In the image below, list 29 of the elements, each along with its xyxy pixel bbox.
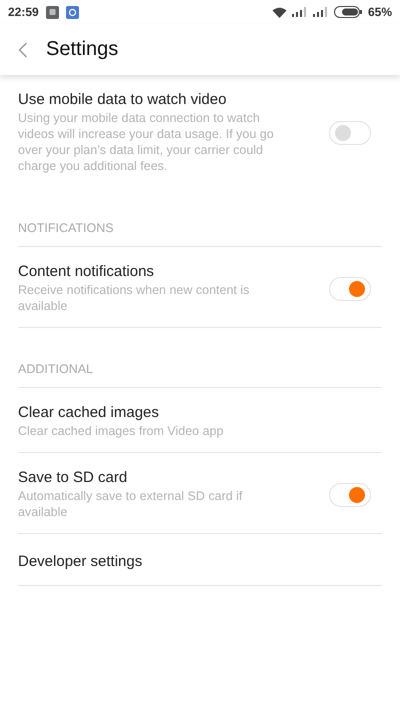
setting-description: Automatically save to external SD card if available	[18, 488, 244, 520]
back-icon[interactable]	[18, 42, 28, 58]
section-heading: ADDITIONAL	[18, 328, 382, 388]
notification-icon	[46, 6, 59, 18]
setting-title: Use mobile data to watch video	[18, 91, 228, 108]
settings-item[interactable]: Developer settings	[18, 534, 382, 586]
signal-icon	[312, 7, 329, 17]
setting-description: Receive notifications when new content is available	[18, 282, 250, 314]
setting-description: Using your mobile data connection to watch videos will increase your data usage. If you go over your plan’s data limit, your carrier could charge you additional fees.	[18, 110, 275, 174]
status-time: 22:59	[8, 5, 39, 19]
notification-icon	[66, 6, 79, 18]
setting-description: Clear cached images from Video app	[18, 423, 224, 439]
section-heading: NOTIFICATIONS	[18, 187, 382, 247]
page-title: Settings	[46, 38, 118, 61]
toggle-switch[interactable]	[329, 482, 371, 506]
battery-icon	[334, 6, 362, 18]
settings-item[interactable]: Save to SD card Automatically save to external SD card if available	[18, 453, 382, 534]
setting-title: Content notifications	[18, 263, 155, 280]
setting-title: Developer settings	[18, 552, 144, 570]
toggle-switch[interactable]	[329, 276, 371, 300]
wifi-icon	[272, 6, 287, 18]
settings-item[interactable]: Use mobile data to watch video Using your mobile data connection to watch videos will increase your data usage. If you go over your plan’s data limit, your carrier could charge you additional fees.	[18, 75, 382, 187]
settings-item[interactable]: Clear cached images Clear cached images from Video app	[18, 388, 382, 453]
setting-title: Clear cached images	[18, 404, 160, 421]
toggle-switch[interactable]	[329, 120, 371, 144]
battery-percent: 65%	[368, 5, 392, 19]
settings-item[interactable]: Content notifications Receive notifications when new content is available	[18, 247, 382, 328]
setting-title: Save to SD card	[18, 469, 128, 486]
signal-icon	[292, 7, 308, 17]
